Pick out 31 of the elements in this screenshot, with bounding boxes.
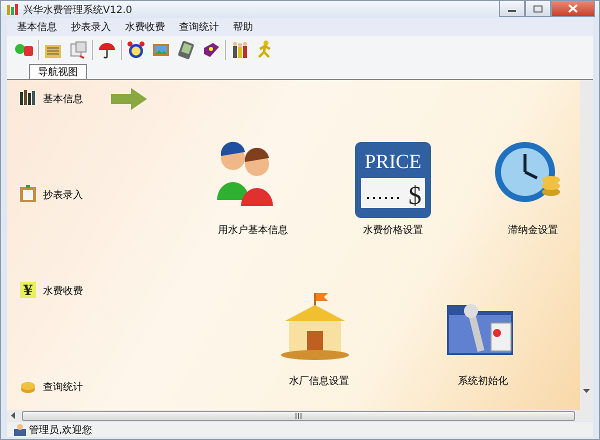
app-icon (5, 2, 19, 16)
menu-item[interactable]: 基本信息 (11, 19, 63, 35)
menu-item[interactable]: 查询统计 (173, 19, 225, 35)
sidebar-item[interactable]: 查询统计 (19, 378, 157, 396)
module-button[interactable]: 滞纳金设置 (493, 140, 573, 237)
close-icon (568, 4, 578, 13)
scroll-down-icon[interactable] (583, 389, 590, 394)
alarm-clock-icon[interactable] (125, 39, 147, 61)
menu-item[interactable]: 抄表录入 (65, 19, 117, 35)
user-icon (13, 422, 27, 436)
scroll-left-icon[interactable] (11, 412, 16, 419)
price-tag-icon: PRICE $ (353, 140, 433, 220)
window-title: 兴华水费管理系统V12.0 (23, 4, 132, 16)
module-button[interactable]: 系统初始化 (443, 291, 523, 388)
maximize-button[interactable] (525, 1, 551, 17)
arrow-icon (111, 88, 147, 110)
handheld-icon[interactable] (175, 39, 197, 61)
menu-item[interactable]: 帮助 (227, 19, 259, 35)
menu-item[interactable]: 水费收费 (119, 19, 171, 35)
sidebar-item[interactable]: 抄表录入 (19, 186, 157, 204)
sidebar-item[interactable]: ¥ 水费收费 (19, 282, 157, 300)
close-button[interactable] (551, 1, 595, 17)
module-button[interactable]: 用水户基本信息 (213, 140, 293, 237)
module-button[interactable]: 水厂信息设置 (279, 291, 359, 388)
module-button[interactable]: PRICE $ 水费价格设置 (353, 140, 433, 237)
vertical-scrollbar[interactable] (580, 80, 593, 410)
maximize-icon (533, 4, 543, 12)
status-text: 管理员,欢迎您 (29, 424, 92, 436)
sidebar-item[interactable]: 基本信息 (19, 90, 157, 108)
minimize-button[interactable] (499, 1, 525, 17)
tab[interactable]: 导航视图 (29, 64, 87, 79)
